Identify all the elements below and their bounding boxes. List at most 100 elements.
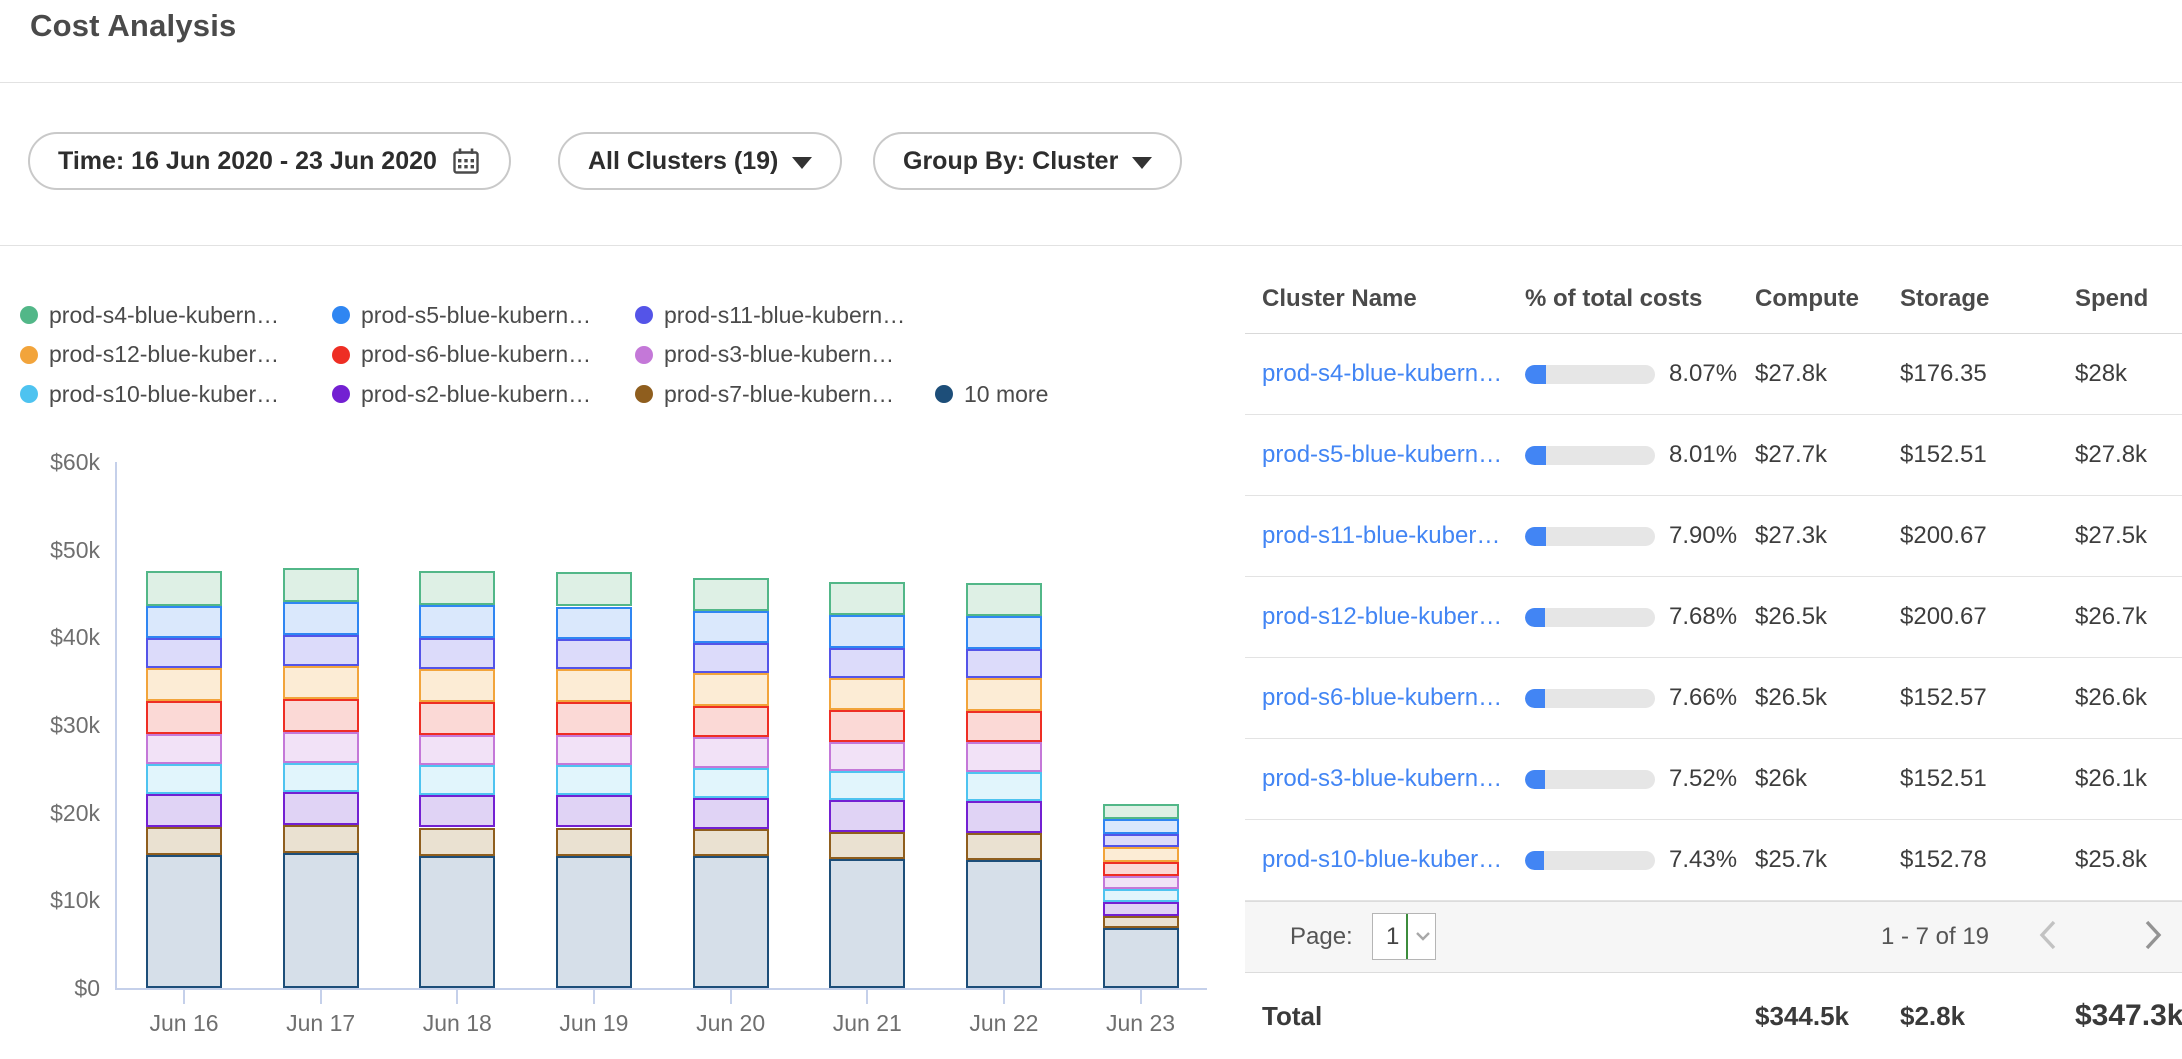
bar-segment[interactable] [1103,862,1179,876]
bar-segment[interactable] [1103,847,1179,862]
bar-segment[interactable] [966,649,1042,679]
cluster-name-link[interactable]: prod-s10-blue-kuber… [1262,846,1502,873]
bar-segment[interactable] [966,772,1042,801]
bar-segment[interactable] [1103,902,1179,916]
bar-segment[interactable] [829,678,905,710]
bar-segment[interactable] [829,800,905,832]
bar-segment[interactable] [1103,889,1179,902]
bar-segment[interactable] [556,828,632,856]
bar-segment[interactable] [829,648,905,678]
bar-segment[interactable] [693,856,769,988]
bar-segment[interactable] [556,639,632,669]
bar-segment[interactable] [829,832,905,859]
bar-segment[interactable] [146,827,222,855]
bar-segment[interactable] [419,669,495,702]
bar-segment[interactable] [966,801,1042,833]
bar-segment[interactable] [1103,928,1179,988]
bar-segment[interactable] [283,825,359,853]
bar-segment[interactable] [966,678,1042,710]
cluster-name-link[interactable]: prod-s3-blue-kubern… [1262,765,1502,792]
bar-segment[interactable] [419,702,495,734]
cluster-name-link[interactable]: prod-s4-blue-kubern… [1262,360,1502,387]
bar-segment[interactable] [556,572,632,606]
cluster-name-link[interactable]: prod-s5-blue-kubern… [1262,441,1502,468]
bar-segment[interactable] [1103,876,1179,889]
bar-segment[interactable] [966,742,1042,772]
bar-segment[interactable] [966,711,1042,743]
cluster-name-link[interactable]: prod-s12-blue-kuber… [1262,603,1502,630]
bar-segment[interactable] [693,737,769,768]
bar-segment[interactable] [283,635,359,666]
bar-segment[interactable] [419,638,495,669]
bar-segment[interactable] [1103,804,1179,819]
legend-item[interactable]: prod-s11-blue-kubern… [635,300,905,330]
bar-segment[interactable] [419,765,495,795]
bar-segment[interactable] [1103,819,1179,834]
bar-segment[interactable] [419,571,495,605]
bar-segment[interactable] [829,582,905,615]
bar-segment[interactable] [693,578,769,611]
bar-segment[interactable] [829,615,905,647]
bar-segment[interactable] [283,666,359,699]
bar-segment[interactable] [419,795,495,827]
legend-item[interactable]: 10 more [935,379,1048,409]
legend-item[interactable]: prod-s12-blue-kuber… [20,340,279,370]
bar-segment[interactable] [419,605,495,638]
bar-segment[interactable] [693,611,769,643]
bar-segment[interactable] [693,798,769,830]
bar-segment[interactable] [146,606,222,638]
bar-segment[interactable] [146,638,222,668]
legend-item[interactable]: prod-s7-blue-kubern… [635,379,894,409]
cluster-name-link[interactable]: prod-s6-blue-kubern… [1262,684,1502,711]
next-page-button[interactable] [2133,917,2173,957]
bar-segment[interactable] [556,607,632,639]
bar-segment[interactable] [966,583,1042,616]
bar-segment[interactable] [283,568,359,602]
legend-item[interactable]: prod-s5-blue-kubern… [332,300,591,330]
bar-segment[interactable] [556,795,632,827]
bar-segment[interactable] [1103,834,1179,847]
bar-segment[interactable] [693,829,769,856]
bar-segment[interactable] [283,763,359,793]
bar-segment[interactable] [556,856,632,988]
bar-segment[interactable] [146,668,222,701]
bar-segment[interactable] [283,792,359,824]
bar-segment[interactable] [419,735,495,766]
bar-segment[interactable] [556,669,632,702]
bar-segment[interactable] [283,732,359,763]
legend-item[interactable]: prod-s4-blue-kubern… [20,300,279,330]
bar-segment[interactable] [966,616,1042,648]
bar-segment[interactable] [419,856,495,988]
bar-segment[interactable] [829,771,905,800]
bar-segment[interactable] [146,734,222,765]
bar-segment[interactable] [146,571,222,605]
bar-segment[interactable] [146,764,222,794]
bar-segment[interactable] [829,710,905,742]
bar-segment[interactable] [556,735,632,766]
bar-segment[interactable] [146,701,222,733]
bar-segment[interactable] [966,833,1042,860]
bar-segment[interactable] [556,702,632,734]
bar-segment[interactable] [283,853,359,988]
group-by-dropdown[interactable]: Group By: Cluster [873,132,1182,190]
bar-segment[interactable] [966,860,1042,988]
page-select[interactable]: 1 [1372,913,1436,960]
clusters-filter-dropdown[interactable]: All Clusters (19) [558,132,842,190]
legend-item[interactable]: prod-s2-blue-kubern… [332,379,591,409]
bar-segment[interactable] [693,673,769,705]
bar-segment[interactable] [556,765,632,795]
bar-segment[interactable] [693,768,769,798]
bar-segment[interactable] [146,855,222,988]
time-filter-button[interactable]: Time: 16 Jun 2020 - 23 Jun 2020 [28,132,511,190]
bar-segment[interactable] [146,794,222,826]
legend-item[interactable]: prod-s3-blue-kubern… [635,340,894,370]
bar-segment[interactable] [283,602,359,635]
legend-item[interactable]: prod-s10-blue-kuber… [20,379,279,409]
bar-segment[interactable] [693,706,769,738]
bar-segment[interactable] [829,742,905,772]
prev-page-button[interactable] [2028,917,2068,957]
cluster-name-link[interactable]: prod-s11-blue-kuber… [1262,522,1500,549]
bar-segment[interactable] [829,859,905,988]
bar-segment[interactable] [283,699,359,731]
bar-segment[interactable] [693,643,769,673]
